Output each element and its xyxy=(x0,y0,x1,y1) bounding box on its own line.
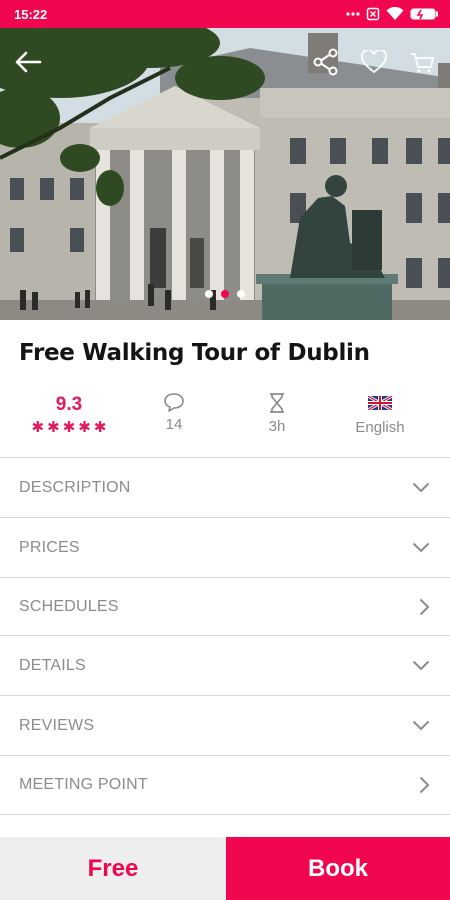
comment-bubble-icon xyxy=(164,393,184,412)
price-label: Free xyxy=(0,837,226,900)
rating-value: 9.3 xyxy=(55,394,83,415)
duration-stat: 3h xyxy=(222,392,332,435)
cart-icon xyxy=(411,53,434,73)
star-icon: ✱ xyxy=(93,418,107,436)
carousel-dot-active[interactable] xyxy=(221,290,229,298)
back-arrow-icon xyxy=(15,51,42,73)
share-button[interactable] xyxy=(306,42,346,82)
star-icon: ✱ xyxy=(78,418,91,436)
section-label: MEETING POINT xyxy=(19,776,148,793)
chevron-down-icon xyxy=(412,542,430,553)
tour-title: Free Walking Tour of Dublin xyxy=(19,340,370,366)
cart-button[interactable] xyxy=(402,42,442,82)
status-bar: 15:22 xyxy=(0,0,450,28)
comments-stat[interactable]: 14 xyxy=(119,392,229,433)
section-label: DETAILS xyxy=(19,656,86,674)
section-prices[interactable]: PRICES xyxy=(0,517,450,577)
comments-count: 14 xyxy=(165,416,183,433)
section-description[interactable]: DESCRIPTION xyxy=(0,457,450,517)
rating-stars: ✱ ✱ ✱ ✱ ✱ xyxy=(32,420,107,435)
hero-image[interactable] xyxy=(0,28,450,320)
star-icon: ✱ xyxy=(47,418,60,436)
section-label: SCHEDULES xyxy=(19,597,119,615)
chevron-down-icon xyxy=(412,720,430,731)
section-label: REVIEWS xyxy=(19,716,95,734)
section-label: DESCRIPTION xyxy=(19,478,131,496)
language-value: English xyxy=(355,419,405,436)
back-button[interactable] xyxy=(8,42,48,82)
duration-value: 3h xyxy=(268,418,286,435)
favorite-heart-icon xyxy=(361,50,387,74)
share-icon xyxy=(313,48,338,76)
uk-flag-icon xyxy=(368,396,392,410)
bottom-action-bar: Free Book xyxy=(0,837,450,900)
chevron-down-icon xyxy=(412,660,430,671)
section-details[interactable]: DETAILS xyxy=(0,635,450,695)
carousel-dots[interactable] xyxy=(0,290,450,298)
book-button[interactable]: Book xyxy=(226,837,450,900)
tour-sections: DESCRIPTION PRICES SCHEDULES DETAILS REV… xyxy=(0,457,450,815)
section-reviews[interactable]: REVIEWS xyxy=(0,695,450,755)
star-icon: ✱ xyxy=(62,418,76,436)
wifi-icon xyxy=(386,7,404,21)
status-icons xyxy=(346,7,438,21)
status-time: 15:22 xyxy=(14,6,48,22)
carousel-dot[interactable] xyxy=(237,290,245,298)
star-icon: ✱ xyxy=(31,418,45,436)
favorite-button[interactable] xyxy=(354,42,394,82)
section-label: PRICES xyxy=(19,538,80,556)
battery-icon xyxy=(410,7,438,21)
chevron-down-icon xyxy=(412,482,430,493)
chevron-right-icon xyxy=(419,776,430,794)
rating-stat[interactable]: 9.3 ✱ ✱ ✱ ✱ ✱ xyxy=(14,392,124,435)
language-stat: English xyxy=(325,392,435,436)
carousel-dot[interactable] xyxy=(205,290,213,298)
more-dots-icon xyxy=(346,11,360,17)
section-meeting-point[interactable]: MEETING POINT xyxy=(0,755,450,815)
section-schedules[interactable]: SCHEDULES xyxy=(0,577,450,635)
hourglass-icon xyxy=(270,393,284,413)
sim-off-icon xyxy=(366,7,380,21)
chevron-right-icon xyxy=(419,598,430,615)
tour-stats: 9.3 ✱ ✱ ✱ ✱ ✱ 14 3h English xyxy=(0,392,450,444)
